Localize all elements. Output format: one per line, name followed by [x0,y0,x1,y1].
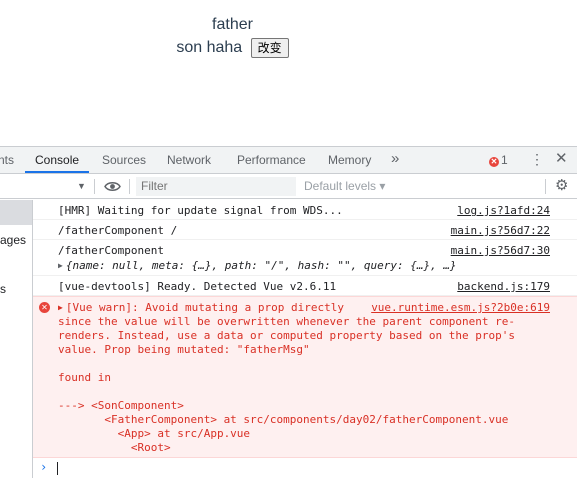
source-link[interactable]: vue.runtime.esm.js?2b0e:619 [371,301,550,314]
error-counter[interactable]: ✕ 1 [489,153,508,167]
console-message: /fatherComponent / main.js?56d7:22 [33,220,577,240]
gear-icon[interactable]: ⚙ [555,178,568,194]
eye-icon[interactable] [104,181,121,192]
tab-console[interactable]: Console [25,147,90,173]
message-text: /fatherComponent / [58,224,178,237]
error-icon: ✕ [39,302,50,313]
default-levels-dropdown[interactable]: Default levels ▾ [304,179,385,193]
console-message: /fatherComponent main.js?56d7:30 ▶ {name:… [33,240,577,276]
error-line[interactable]: ▶ [Vue warn]: Avoid mutating a prop direc… [58,301,344,314]
source-link[interactable]: backend.js:179 [457,280,550,293]
devtools-tabbar: nts Console Sources Network Performance … [0,147,577,174]
father-text: father [212,16,253,33]
console-output: [HMR] Waiting for update signal from WDS… [33,200,577,478]
error-line: since the value will be overwritten when… [58,315,515,328]
son-text: son haha [176,39,243,56]
error-line: <FatherComponent> at src/components/day0… [58,413,509,426]
expand-triangle-icon[interactable]: ▶ [58,303,63,312]
sidebar-item-errors[interactable]: s [0,282,32,296]
toolbar-divider [545,179,546,194]
close-icon[interactable]: ✕ [555,151,568,167]
tab-network[interactable]: Network [167,147,211,173]
error-line-text: [Vue warn]: Avoid mutating a prop direct… [65,301,344,314]
console-message: [HMR] Waiting for update signal from WDS… [33,200,577,220]
devtools-panel: nts Console Sources Network Performance … [0,146,577,478]
console-toolbar: ▼ Default levels ▾ ⚙ [0,174,577,199]
change-button[interactable]: 改变 [250,38,289,58]
text-caret [57,462,58,475]
sidebar-item-selected[interactable] [0,200,32,225]
message-text: /fatherComponent [58,244,164,257]
error-count: 1 [501,153,508,167]
tab-performance[interactable]: Performance [237,147,306,173]
error-line: <App> at src/App.vue [58,427,251,440]
more-tabs-icon[interactable]: » [391,147,399,173]
expand-triangle-icon[interactable]: ▶ [58,261,63,270]
error-line: value. Prop being mutated: "fatherMsg" [58,343,310,356]
source-link[interactable]: main.js?56d7:22 [451,224,550,237]
object-preview-text: {name: null, meta: {…}, path: "/", hash:… [65,259,457,272]
source-link[interactable]: log.js?1afd:24 [457,204,550,217]
toolbar-divider [94,179,95,194]
message-text: [HMR] Waiting for update signal from WDS… [58,204,343,217]
tab-sources[interactable]: Sources [102,147,146,173]
error-line: found in [58,371,111,384]
kebab-menu-icon[interactable]: ⋮ [530,152,544,166]
toolbar-divider [129,179,130,194]
error-icon: ✕ [489,157,499,167]
sidebar-item-messages[interactable]: ages [0,233,32,247]
son-row: son haha 改变 [0,38,465,58]
context-dropdown-icon[interactable]: ▼ [77,181,86,191]
tab-memory[interactable]: Memory [328,147,371,173]
prompt-chevron-icon: › [40,460,48,474]
error-line: ---> <SonComponent> [58,399,184,412]
console-sidebar: ages s [0,200,33,478]
console-prompt[interactable]: › [33,459,577,478]
console-message: [vue-devtools] Ready. Detected Vue v2.6.… [33,276,577,296]
page-viewport: father son haha 改变 [0,0,577,146]
message-text: [vue-devtools] Ready. Detected Vue v2.6.… [58,280,337,293]
console-error-message: ✕ ▶ [Vue warn]: Avoid mutating a prop dir… [33,296,577,458]
filter-input[interactable] [136,177,296,196]
object-preview[interactable]: ▶ {name: null, meta: {…}, path: "/", hash… [58,259,457,272]
error-line: renders. Instead, use a data or computed… [58,329,515,342]
tab-elements[interactable]: nts [0,147,14,173]
error-line: <Root> [58,441,171,454]
source-link[interactable]: main.js?56d7:30 [451,244,550,257]
